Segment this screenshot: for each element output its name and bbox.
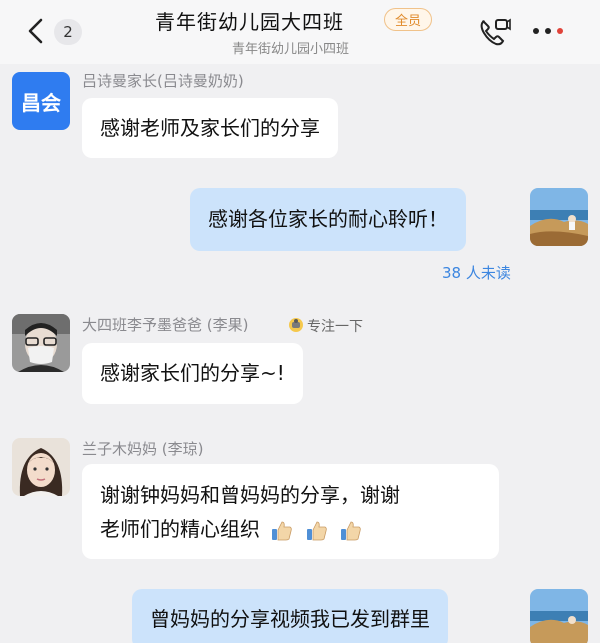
group-subtitle: 青年街幼儿园小四班: [232, 42, 350, 57]
thumbs-up-icon: [306, 521, 327, 540]
self-avatar-photo: [530, 589, 588, 643]
message-bubble[interactable]: 感谢老师及家长们的分享: [82, 98, 338, 158]
avatar[interactable]: [12, 314, 70, 372]
thumbs-up-icon: [272, 521, 293, 540]
message-text: 感谢家长们的分享~!: [100, 361, 285, 385]
unread-count-badge[interactable]: 2: [54, 19, 82, 45]
back-arrow-icon[interactable]: [22, 16, 52, 46]
status-emoji-icon: [289, 318, 303, 332]
message-text: 感谢老师及家长们的分享: [100, 116, 320, 140]
sender-name: 吕诗曼家长(吕诗曼奶奶): [82, 72, 244, 90]
message-bubble-outgoing[interactable]: 曾妈妈的分享视频我已发到群里: [132, 589, 448, 643]
more-options-icon[interactable]: [530, 24, 566, 38]
user-avatar-photo: [12, 438, 70, 496]
message-text-line: 老师们的精心组织: [100, 517, 260, 541]
message-bubble[interactable]: 感谢家长们的分享~!: [82, 343, 303, 404]
self-avatar-photo: [530, 188, 588, 246]
message-text: 曾妈妈的分享视频我已发到群里: [150, 607, 430, 631]
group-title: 青年街幼儿园大四班: [155, 10, 344, 34]
avatar[interactable]: 昌会: [12, 72, 70, 130]
thumbs-up-icon: [341, 521, 361, 540]
member-tag: 全员: [384, 8, 432, 31]
avatar-self[interactable]: [530, 188, 588, 246]
user-avatar-photo: [12, 314, 70, 372]
message-text: 感谢各位家长的耐心聆听！: [208, 207, 448, 231]
avatar-self[interactable]: [530, 589, 588, 643]
call-icon[interactable]: [477, 16, 511, 48]
status-note: 专注一下: [307, 319, 363, 335]
sender-name: 兰子木妈妈 (李琼): [82, 440, 204, 458]
message-bubble-outgoing[interactable]: 感谢各位家长的耐心聆听！: [190, 188, 466, 251]
message-text-row: 老师们的精心组织: [100, 512, 481, 546]
avatar[interactable]: [12, 438, 70, 496]
read-status[interactable]: 38 人未读: [442, 262, 511, 283]
chat-header: 2 青年街幼儿园大四班 全员 青年街幼儿园小四班: [0, 0, 600, 64]
sender-name: 大四班李予墨爸爸 (李果): [82, 316, 249, 334]
message-text-line: 谢谢钟妈妈和曾妈妈的分享，谢谢: [100, 483, 400, 507]
message-bubble[interactable]: 谢谢钟妈妈和曾妈妈的分享，谢谢 老师们的精心组织: [82, 464, 499, 559]
